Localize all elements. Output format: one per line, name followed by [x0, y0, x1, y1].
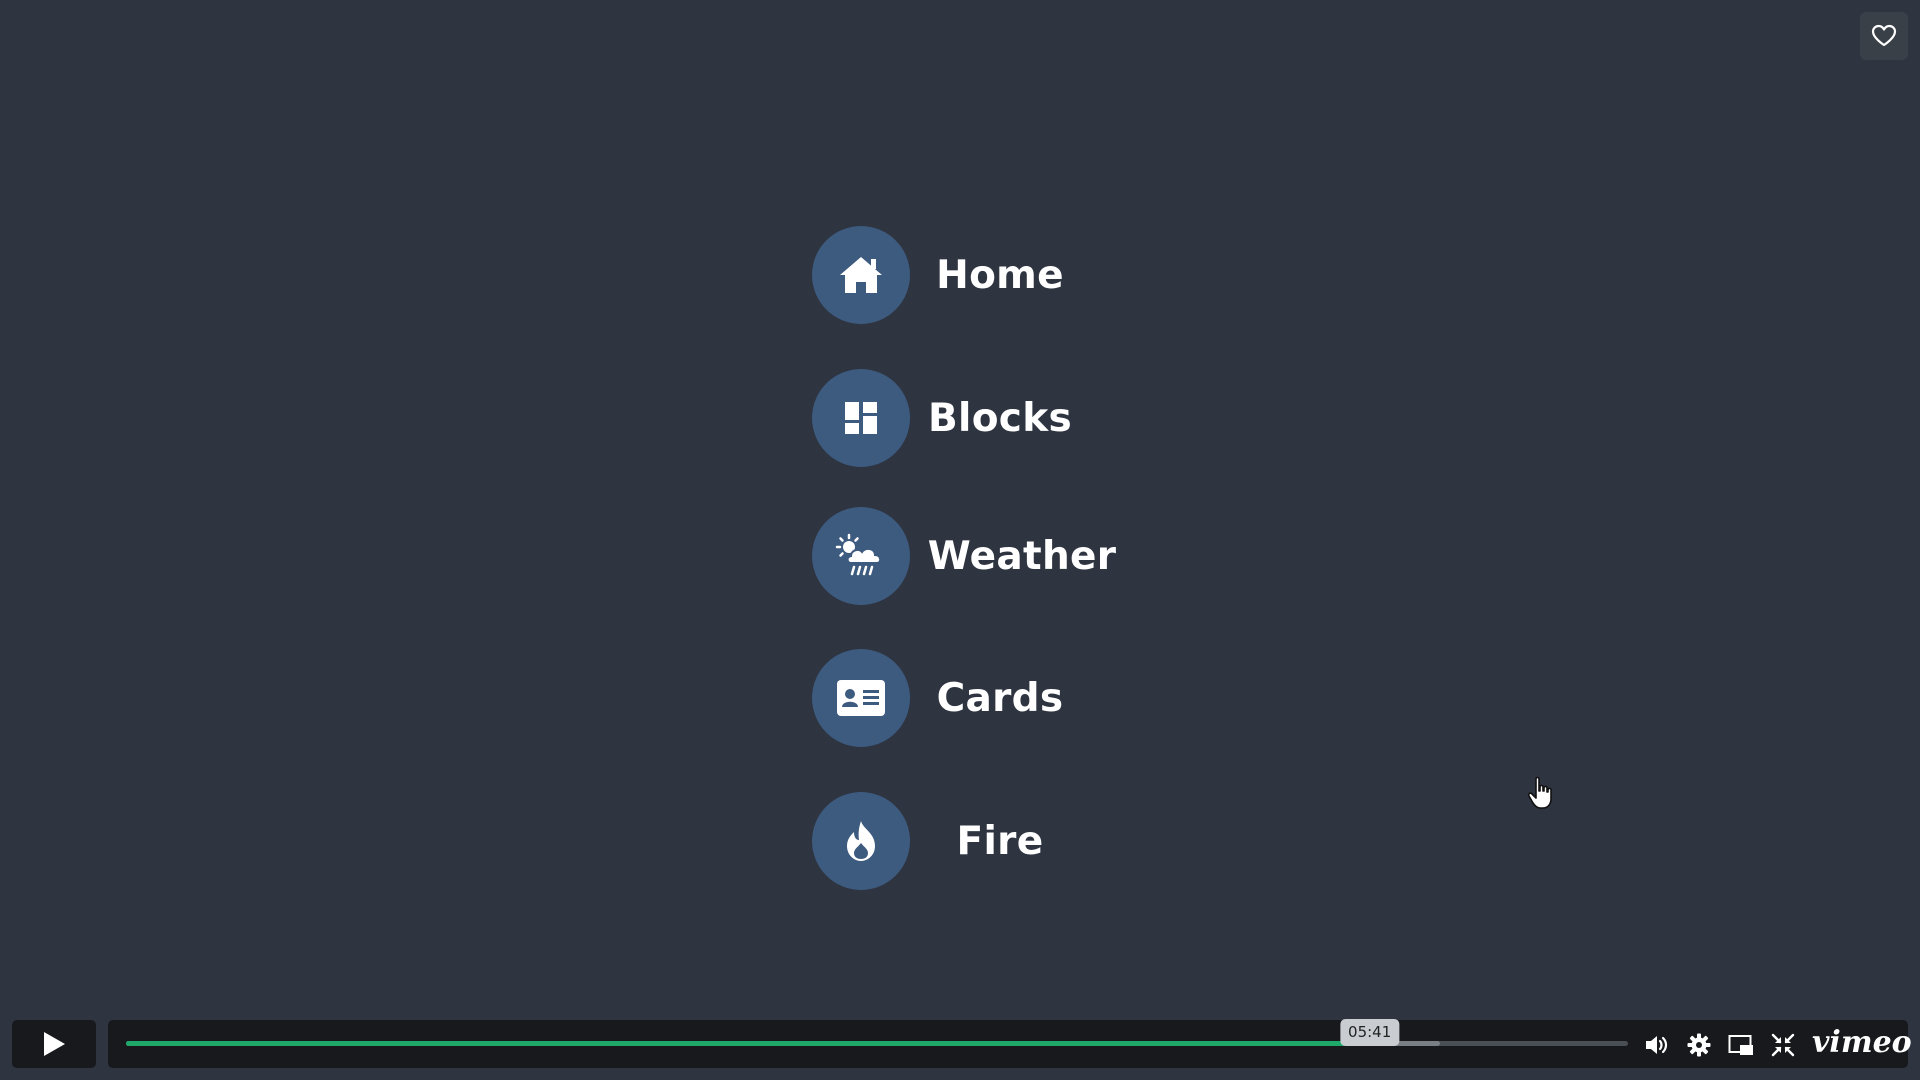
- picture-in-picture-icon: [1728, 1035, 1753, 1055]
- cards-icon-circle: [812, 649, 910, 747]
- menu-item-cards[interactable]: Cards: [812, 649, 1212, 747]
- fire-icon-circle: [812, 792, 910, 890]
- menu-item-home[interactable]: Home: [812, 226, 1212, 324]
- picture-in-picture-button[interactable]: [1728, 1032, 1754, 1058]
- home-icon-circle: [812, 226, 910, 324]
- menu-item-label: Fire: [956, 818, 1044, 864]
- home-icon: [840, 257, 882, 293]
- heart-icon: [1871, 24, 1897, 47]
- menu-item-label: Cards: [936, 675, 1064, 721]
- id-card-icon: [837, 680, 885, 716]
- gear-icon: [1687, 1033, 1711, 1057]
- play-button[interactable]: [12, 1020, 96, 1068]
- menu-item-label: Home: [936, 252, 1064, 298]
- icon-menu: Home Blocks Weather Cards Fire: [812, 0, 1212, 1080]
- video-frame: Home Blocks Weather Cards Fire 05:41 vim…: [0, 0, 1920, 1080]
- collapse-arrows-icon: [1771, 1033, 1795, 1057]
- progress-played: [126, 1041, 1370, 1046]
- menu-item-blocks[interactable]: Blocks: [812, 369, 1212, 467]
- menu-item-weather[interactable]: Weather: [812, 507, 1212, 605]
- sun-rain-cloud-icon: [835, 533, 882, 576]
- weather-icon-circle: [812, 507, 910, 605]
- blocks-icon-circle: [812, 369, 910, 467]
- menu-item-fire[interactable]: Fire: [812, 792, 1212, 890]
- play-icon: [44, 1032, 65, 1056]
- menu-item-label: Blocks: [928, 395, 1072, 441]
- vimeo-logo[interactable]: vimeo: [1812, 1026, 1912, 1060]
- progress-bar[interactable]: 05:41: [126, 1019, 1628, 1046]
- hand-pointer-cursor-icon: [1527, 776, 1552, 809]
- volume-icon: [1646, 1036, 1668, 1054]
- settings-button[interactable]: [1686, 1032, 1712, 1058]
- player-controls: 05:41 vimeo: [0, 1019, 1920, 1070]
- dashboard-blocks-icon: [845, 402, 877, 434]
- time-tooltip: 05:41: [1340, 1019, 1400, 1046]
- like-button[interactable]: [1860, 12, 1908, 60]
- flame-icon: [847, 821, 875, 861]
- menu-item-label: Weather: [927, 533, 1117, 579]
- volume-button[interactable]: [1644, 1032, 1670, 1058]
- control-bar: 05:41 vimeo: [108, 1019, 1912, 1068]
- exit-fullscreen-button[interactable]: [1770, 1032, 1796, 1058]
